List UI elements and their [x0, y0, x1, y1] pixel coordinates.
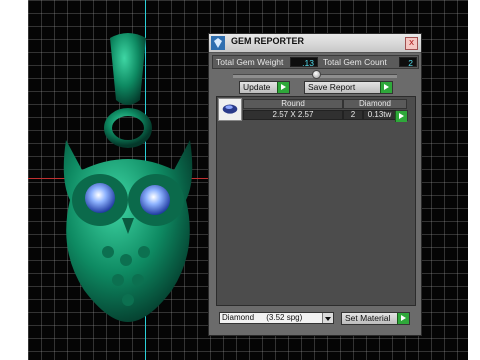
save-report-button-label: Save Report: [308, 82, 356, 92]
gem-count-cell: 2: [343, 110, 363, 120]
gem-thumbnail[interactable]: [218, 98, 242, 121]
play-icon: [395, 111, 407, 122]
screen: GEM REPORTER x Total Gem Weight .13 Tota…: [0, 0, 480, 360]
left-eye-gem: [85, 183, 115, 213]
window-title: GEM REPORTER: [231, 36, 305, 46]
save-report-button[interactable]: Save Report: [304, 81, 393, 94]
feather-bump: [102, 246, 114, 258]
summary-row: Total Gem Weight .13 Total Gem Count 2: [212, 55, 419, 69]
total-count-label: Total Gem Count: [323, 57, 387, 67]
play-icon: [397, 313, 409, 324]
total-weight-value: .13: [290, 57, 318, 68]
total-weight-label: Total Gem Weight: [216, 57, 284, 67]
chevron-down-icon: [322, 313, 333, 323]
feather-bump: [132, 274, 144, 286]
play-icon: [380, 82, 392, 93]
owl-pendant-model[interactable]: [48, 30, 208, 330]
update-button[interactable]: Update: [239, 81, 290, 94]
close-button[interactable]: x: [405, 37, 418, 50]
jump-ring-shape: [104, 108, 152, 148]
round-diamond-icon: [222, 104, 238, 114]
total-count-value: 2: [399, 57, 417, 68]
play-icon: [277, 82, 289, 93]
update-button-label: Update: [243, 82, 271, 92]
material-select-value: Diamond: [222, 313, 255, 322]
gem-size-cell: 2.57 X 2.57: [243, 110, 343, 120]
gem-reporter-app-icon: [211, 36, 225, 50]
right-eye-gem: [140, 185, 170, 215]
bail-shape: [110, 33, 146, 105]
feather-bump: [122, 294, 134, 306]
feather-bump: [120, 254, 132, 266]
material-gravity: (3.52 spg): [266, 313, 303, 322]
size-slider-thumb[interactable]: [312, 70, 321, 79]
feather-bump: [138, 246, 150, 258]
column-header-shape: Round: [243, 99, 343, 109]
gem-row-action-button[interactable]: [395, 110, 408, 122]
set-material-button-label: Set Material: [345, 313, 391, 323]
column-header-type: Diamond: [343, 99, 407, 109]
material-select[interactable]: Diamond (3.52 spg): [219, 312, 334, 324]
gem-list[interactable]: Round Diamond 2.57 X 2.57 2 0.13tw: [216, 96, 416, 306]
gem-reporter-panel: GEM REPORTER x Total Gem Weight .13 Tota…: [208, 33, 422, 336]
feather-bump: [112, 274, 124, 286]
set-material-button[interactable]: Set Material: [341, 312, 410, 325]
title-bar[interactable]: GEM REPORTER x: [209, 34, 421, 53]
gem-weight-cell: 0.13tw: [363, 110, 396, 120]
